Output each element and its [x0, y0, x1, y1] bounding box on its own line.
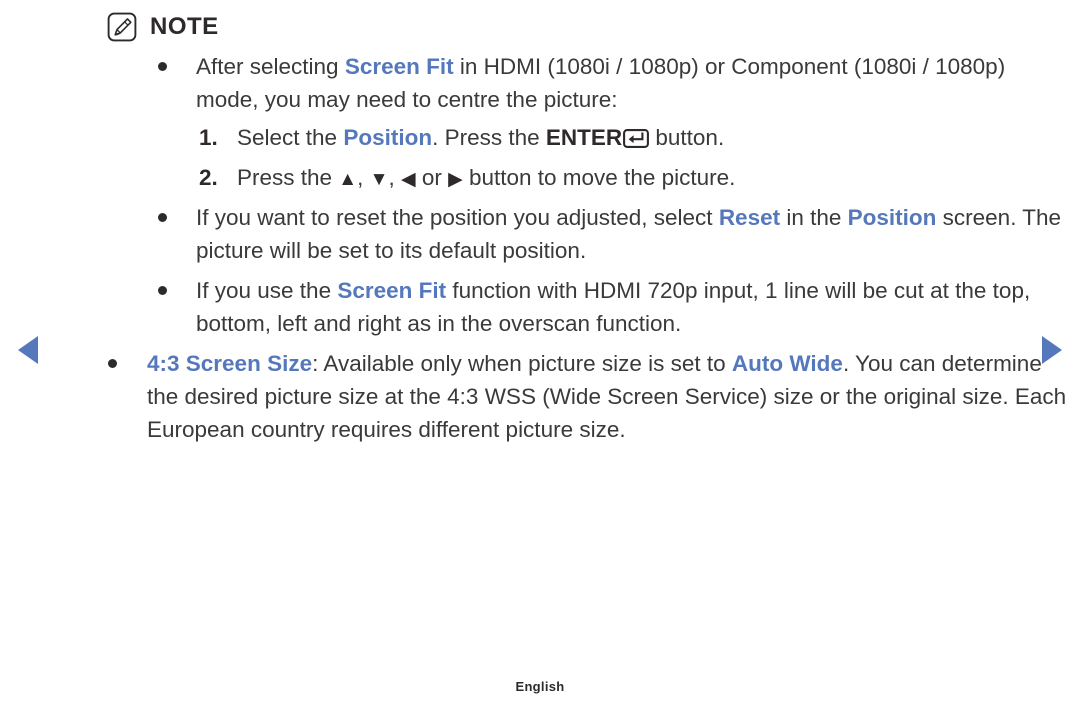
triangle-left-glyph-icon: ◀: [400, 169, 416, 190]
footer-language: English: [515, 679, 565, 694]
text-segment: in the: [780, 205, 848, 230]
text-segment: If you use the: [196, 278, 338, 303]
text-segment: ,: [388, 165, 401, 190]
bullet-dot-icon: [158, 286, 167, 295]
bullet-text: 4:3 Screen Size: Available only when pic…: [147, 347, 1079, 446]
text-segment: or: [415, 165, 449, 190]
triangle-right-glyph-icon: ▶: [448, 169, 463, 190]
highlight-screen-fit: Screen Fit: [344, 54, 454, 79]
highlight-43-screen-size: 4:3 Screen Size: [147, 351, 313, 376]
text-segment: : Available only when picture size is se…: [312, 351, 732, 376]
step-number: 1.: [199, 125, 218, 150]
numbered-step: 2. Press the ▲, ▼, ◀ or ▶ button to move…: [0, 161, 1080, 194]
text-segment: button to move the picture.: [462, 165, 736, 190]
manual-page: NOTE After selecting Screen Fit in HDMI …: [0, 0, 1080, 705]
numbered-step: 1. Select the Position. Press the ENTER …: [0, 121, 1080, 154]
list-item: After selecting Screen Fit in HDMI (1080…: [0, 50, 1080, 116]
highlight-auto-wide: Auto Wide: [731, 351, 843, 376]
list-item: 4:3 Screen Size: Available only when pic…: [0, 347, 1080, 446]
bullet-text: If you use the Screen Fit function with …: [196, 274, 1078, 340]
highlight-position: Position: [847, 205, 937, 230]
list-item: If you use the Screen Fit function with …: [0, 274, 1080, 340]
text-segment: ,: [357, 165, 370, 190]
step-text: Press the ▲, ▼, ◀ or ▶ button to move th…: [237, 161, 735, 194]
triangle-up-icon: ▲: [338, 169, 358, 190]
step-text: Select the Position. Press the ENTER but…: [237, 121, 724, 154]
step-number: 2.: [199, 165, 218, 190]
highlight-screen-fit: Screen Fit: [337, 278, 447, 303]
list-item: If you want to reset the position you ad…: [0, 201, 1080, 267]
enter-key-icon: [623, 124, 650, 148]
highlight-position: Position: [343, 125, 433, 150]
bullet-text: After selecting Screen Fit in HDMI (1080…: [196, 50, 1078, 116]
text-segment: If you want to reset the position you ad…: [196, 205, 719, 230]
text-segment: Select the: [237, 125, 344, 150]
note-content: After selecting Screen Fit in HDMI (1080…: [0, 50, 1080, 446]
enter-label: ENTER: [545, 125, 623, 150]
highlight-reset: Reset: [718, 205, 781, 230]
note-header: NOTE: [107, 12, 219, 42]
triangle-down-icon: ▼: [369, 169, 389, 190]
note-title: NOTE: [150, 13, 219, 40]
bullet-dot-icon: [158, 213, 167, 222]
text-segment: button.: [649, 125, 725, 150]
text-segment: . Press the: [432, 125, 546, 150]
bullet-dot-icon: [158, 62, 167, 71]
text-segment: After selecting: [196, 54, 345, 79]
bullet-text: If you want to reset the position you ad…: [196, 201, 1078, 267]
bullet-dot-icon: [108, 359, 117, 368]
text-segment: Press the: [237, 165, 339, 190]
note-pencil-icon: [107, 12, 137, 42]
